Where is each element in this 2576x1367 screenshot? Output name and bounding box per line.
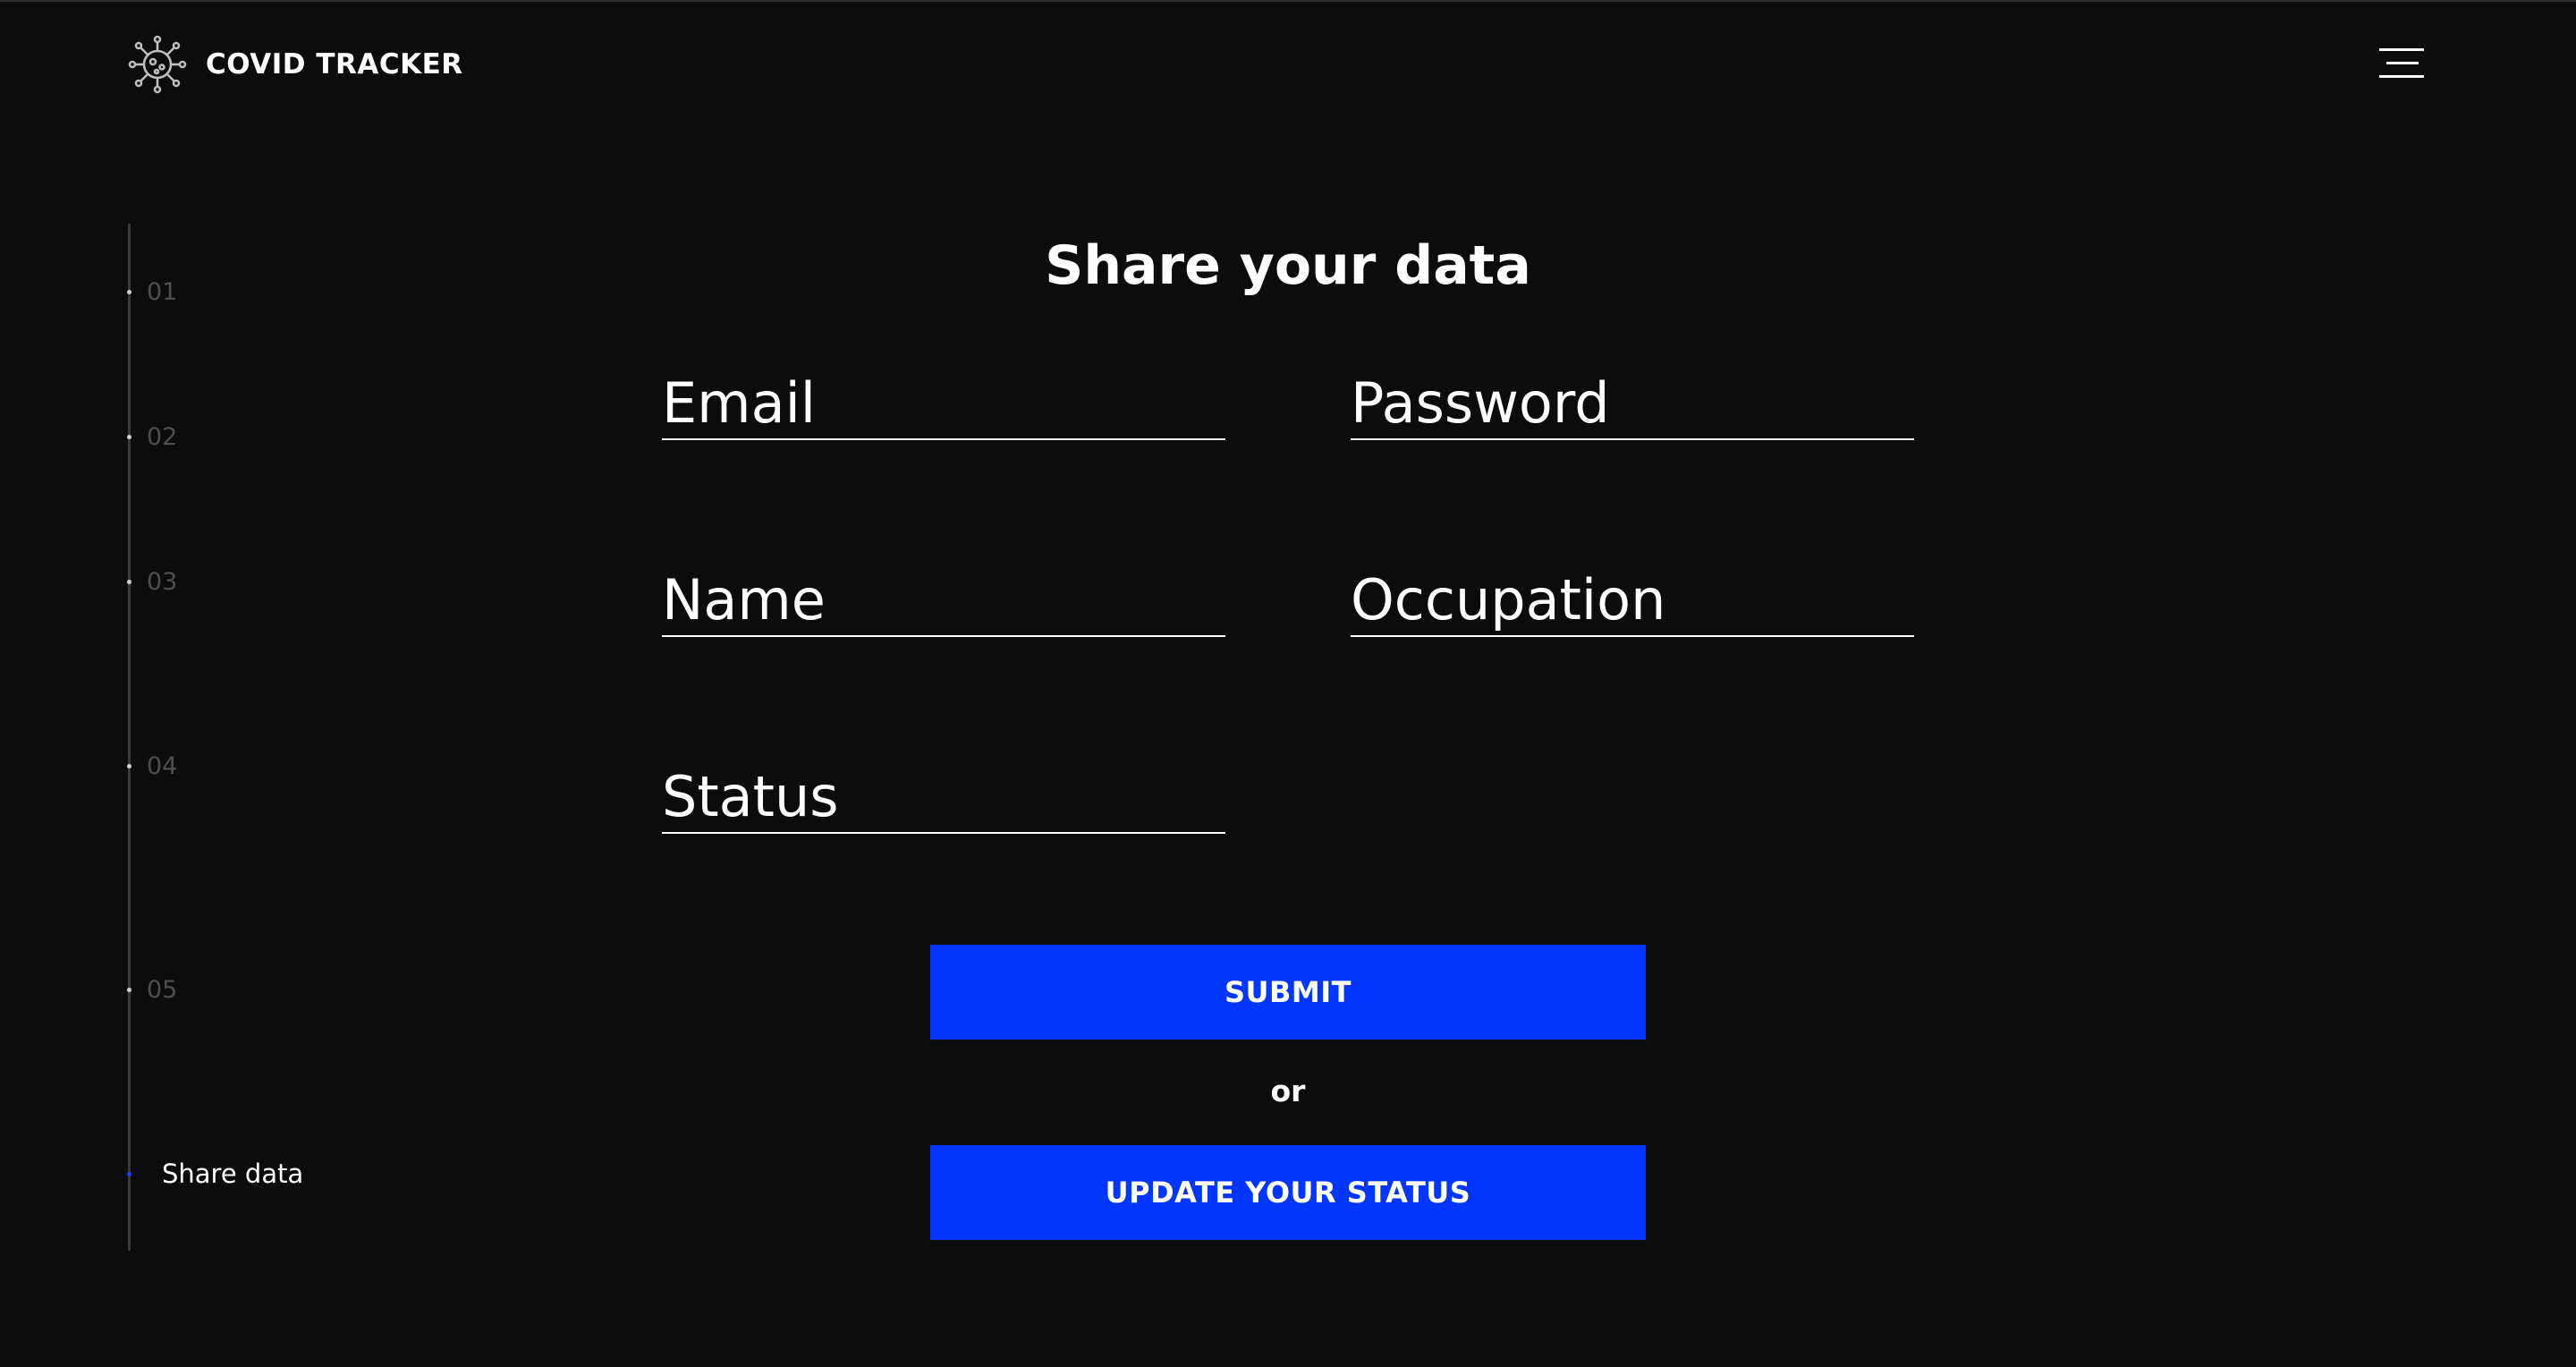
occupation-field[interactable] <box>1351 564 1914 635</box>
sidenav-item-03[interactable]: 03 <box>127 565 177 598</box>
email-field[interactable] <box>662 367 1225 438</box>
nav-dot-icon <box>127 579 131 584</box>
password-field-wrapper <box>1351 367 1914 440</box>
status-field[interactable] <box>662 760 1225 832</box>
submit-button[interactable]: SUBMIT <box>930 945 1646 1040</box>
password-field[interactable] <box>1351 367 1914 438</box>
sidenav-item-share-data[interactable]: Share data <box>127 1158 303 1190</box>
nav-dot-icon <box>127 1171 131 1176</box>
brand-name: COVID TRACKER <box>206 48 463 81</box>
email-field-wrapper <box>662 367 1225 440</box>
sidenav-item-label: Share data <box>162 1159 304 1189</box>
sidenav-item-05[interactable]: 05 <box>127 973 177 1006</box>
menu-bar-top <box>2379 48 2424 51</box>
name-field-wrapper <box>662 564 1225 637</box>
hamburger-menu-icon[interactable] <box>2379 47 2424 81</box>
or-separator: or <box>1270 1074 1306 1108</box>
top-border <box>0 0 2576 2</box>
nav-dot-icon <box>127 763 131 768</box>
update-status-button[interactable]: UPDATE YOUR STATUS <box>930 1145 1646 1240</box>
sidenav-item-04[interactable]: 04 <box>127 750 177 782</box>
sidenav-item-label: 02 <box>147 422 178 451</box>
nav-dot-icon <box>127 434 131 439</box>
page-title: Share your data <box>1045 234 1531 297</box>
brand-logo-link[interactable]: COVID TRACKER <box>127 34 463 95</box>
menu-bar-bottom <box>2379 75 2424 78</box>
status-field-wrapper <box>662 760 1225 834</box>
sidenav-item-label: 03 <box>147 567 178 596</box>
virus-icon <box>128 35 187 94</box>
sidenav-item-02[interactable]: 02 <box>127 420 177 453</box>
occupation-field-wrapper <box>1351 564 1914 637</box>
nav-dot-icon <box>127 987 131 992</box>
name-field[interactable] <box>662 564 1225 635</box>
sidenav-item-label: 04 <box>147 751 178 780</box>
sidenav-item-label: 05 <box>147 975 178 1004</box>
menu-bar-middle <box>2386 62 2419 64</box>
